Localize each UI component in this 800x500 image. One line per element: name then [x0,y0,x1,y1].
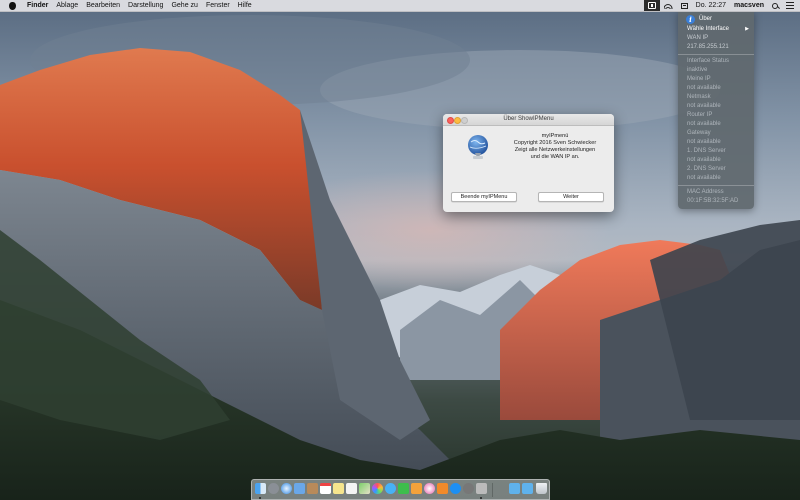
about-description-line1: Zeigt alle Netzwerkeinstellungen [514,147,596,153]
calendar-icon[interactable] [320,483,331,494]
netmask-label: Netmask [687,94,711,100]
input-source-menu-extra[interactable] [677,0,692,11]
network-status-menu: i Über Wähle Interface ▶ WAN IP 217.85.2… [678,11,754,209]
dns2-label: 2. DNS Server [687,166,726,172]
menu-ablage[interactable]: Ablage [52,0,82,11]
menu-bar-extras: Do. 22:27 macsven [643,0,800,11]
dns1-label: 1. DNS Server [687,148,726,154]
mail-icon[interactable] [294,483,305,494]
launchpad-icon[interactable] [268,483,279,494]
router-ip-value: not available [687,121,721,127]
next-button[interactable]: Weiter [538,192,604,202]
window-title: Über ShowIPMenu [503,116,554,122]
about-window: Über ShowIPMenu myIPmenü Copyright 2016 … [443,114,614,212]
itunes-icon[interactable] [424,483,435,494]
netmask-value: not available [687,103,721,109]
trash-icon[interactable] [536,483,547,494]
notification-center-menu-extra[interactable] [782,0,800,11]
messages-icon[interactable] [385,483,396,494]
minimize-button[interactable] [454,117,461,124]
downloads-folder-icon[interactable] [509,483,520,494]
notes-icon[interactable] [333,483,344,494]
router-ip-label: Router IP [687,112,713,118]
documents-folder-icon[interactable] [522,483,533,494]
about-text: myIPmenü Copyright 2016 Sven Schwiecker … [499,133,611,161]
spotlight-menu-extra[interactable] [768,0,782,11]
wifi-icon [663,2,673,9]
menu-clock[interactable]: Do. 22:27 [692,0,730,11]
window-titlebar[interactable]: Über ShowIPMenu [443,114,614,126]
interface-status-value: inaktive [687,67,708,73]
menu-item-select-interface-label: Wähle Interface [687,26,730,32]
menu-separator [678,54,754,55]
contacts-icon[interactable] [307,483,318,494]
safari-icon[interactable] [281,483,292,494]
close-button[interactable] [447,117,454,124]
maps-icon[interactable] [359,483,370,494]
menu-gehe-zu[interactable]: Gehe zu [167,0,201,11]
about-copyright: Copyright 2016 Sven Schwiecker [513,140,597,146]
menu-item-about-label: Über [699,16,713,22]
menu-item-select-interface[interactable]: Wähle Interface ▶ [678,25,754,34]
photos-icon[interactable] [372,483,383,494]
spotlight-icon [772,2,778,9]
mac-address-value: 00:1F:5B:32:5F:AD [687,198,739,204]
dns1-value: not available [687,157,721,163]
app-globe-icon [468,135,488,159]
menu-fenster[interactable]: Fenster [202,0,234,11]
wan-ip-value: 217.85.255.121 [687,44,729,50]
menu-bar: Finder Ablage Bearbeiten Darstellung Geh… [0,0,800,12]
facetime-icon[interactable] [398,483,409,494]
network-status-icon [647,2,656,9]
gateway-value: not available [687,139,721,145]
menu-user[interactable]: macsven [730,0,768,11]
reminders-icon[interactable] [346,483,357,494]
wan-ip-label: WAN IP [687,35,709,41]
zoom-button [461,117,468,124]
about-app-name: myIPmenü [541,133,569,139]
app-store-icon[interactable] [450,483,461,494]
mac-address-label: MAC Address [687,189,724,195]
menu-item-about[interactable]: i Über [678,13,754,25]
network-status-menu-extra[interactable] [643,0,660,11]
myipmenu-icon[interactable] [476,483,487,494]
menu-separator [678,185,754,186]
dock [251,479,550,500]
dns2-value: not available [687,175,721,181]
about-description-line2: und die WAN IP an. [530,154,580,160]
input-source-icon [680,2,688,9]
quit-button[interactable]: Beende myIPMenu [451,192,517,202]
info-icon: i [686,14,695,24]
menu-darstellung[interactable]: Darstellung [124,0,167,11]
menu-bearbeiten[interactable]: Bearbeiten [82,0,124,11]
dock-separator [492,483,493,497]
notification-center-icon [786,2,794,9]
running-indicator [480,497,482,499]
ibooks-icon[interactable] [437,483,448,494]
my-ip-label: Meine IP [687,76,711,82]
submenu-arrow-icon: ▶ [745,26,749,32]
finder-icon[interactable] [255,483,266,494]
system-preferences-icon[interactable] [463,483,474,494]
running-indicator [259,497,261,499]
wifi-menu-extra[interactable] [660,0,677,11]
menu-app-finder[interactable]: Finder [23,0,52,11]
my-ip-value: not available [687,85,721,91]
pages-icon[interactable] [411,483,422,494]
interface-status-label: Interface Status [687,58,730,64]
menu-hilfe[interactable]: Hilfe [234,0,256,11]
gateway-label: Gateway [687,130,711,136]
apple-icon[interactable] [8,1,17,10]
